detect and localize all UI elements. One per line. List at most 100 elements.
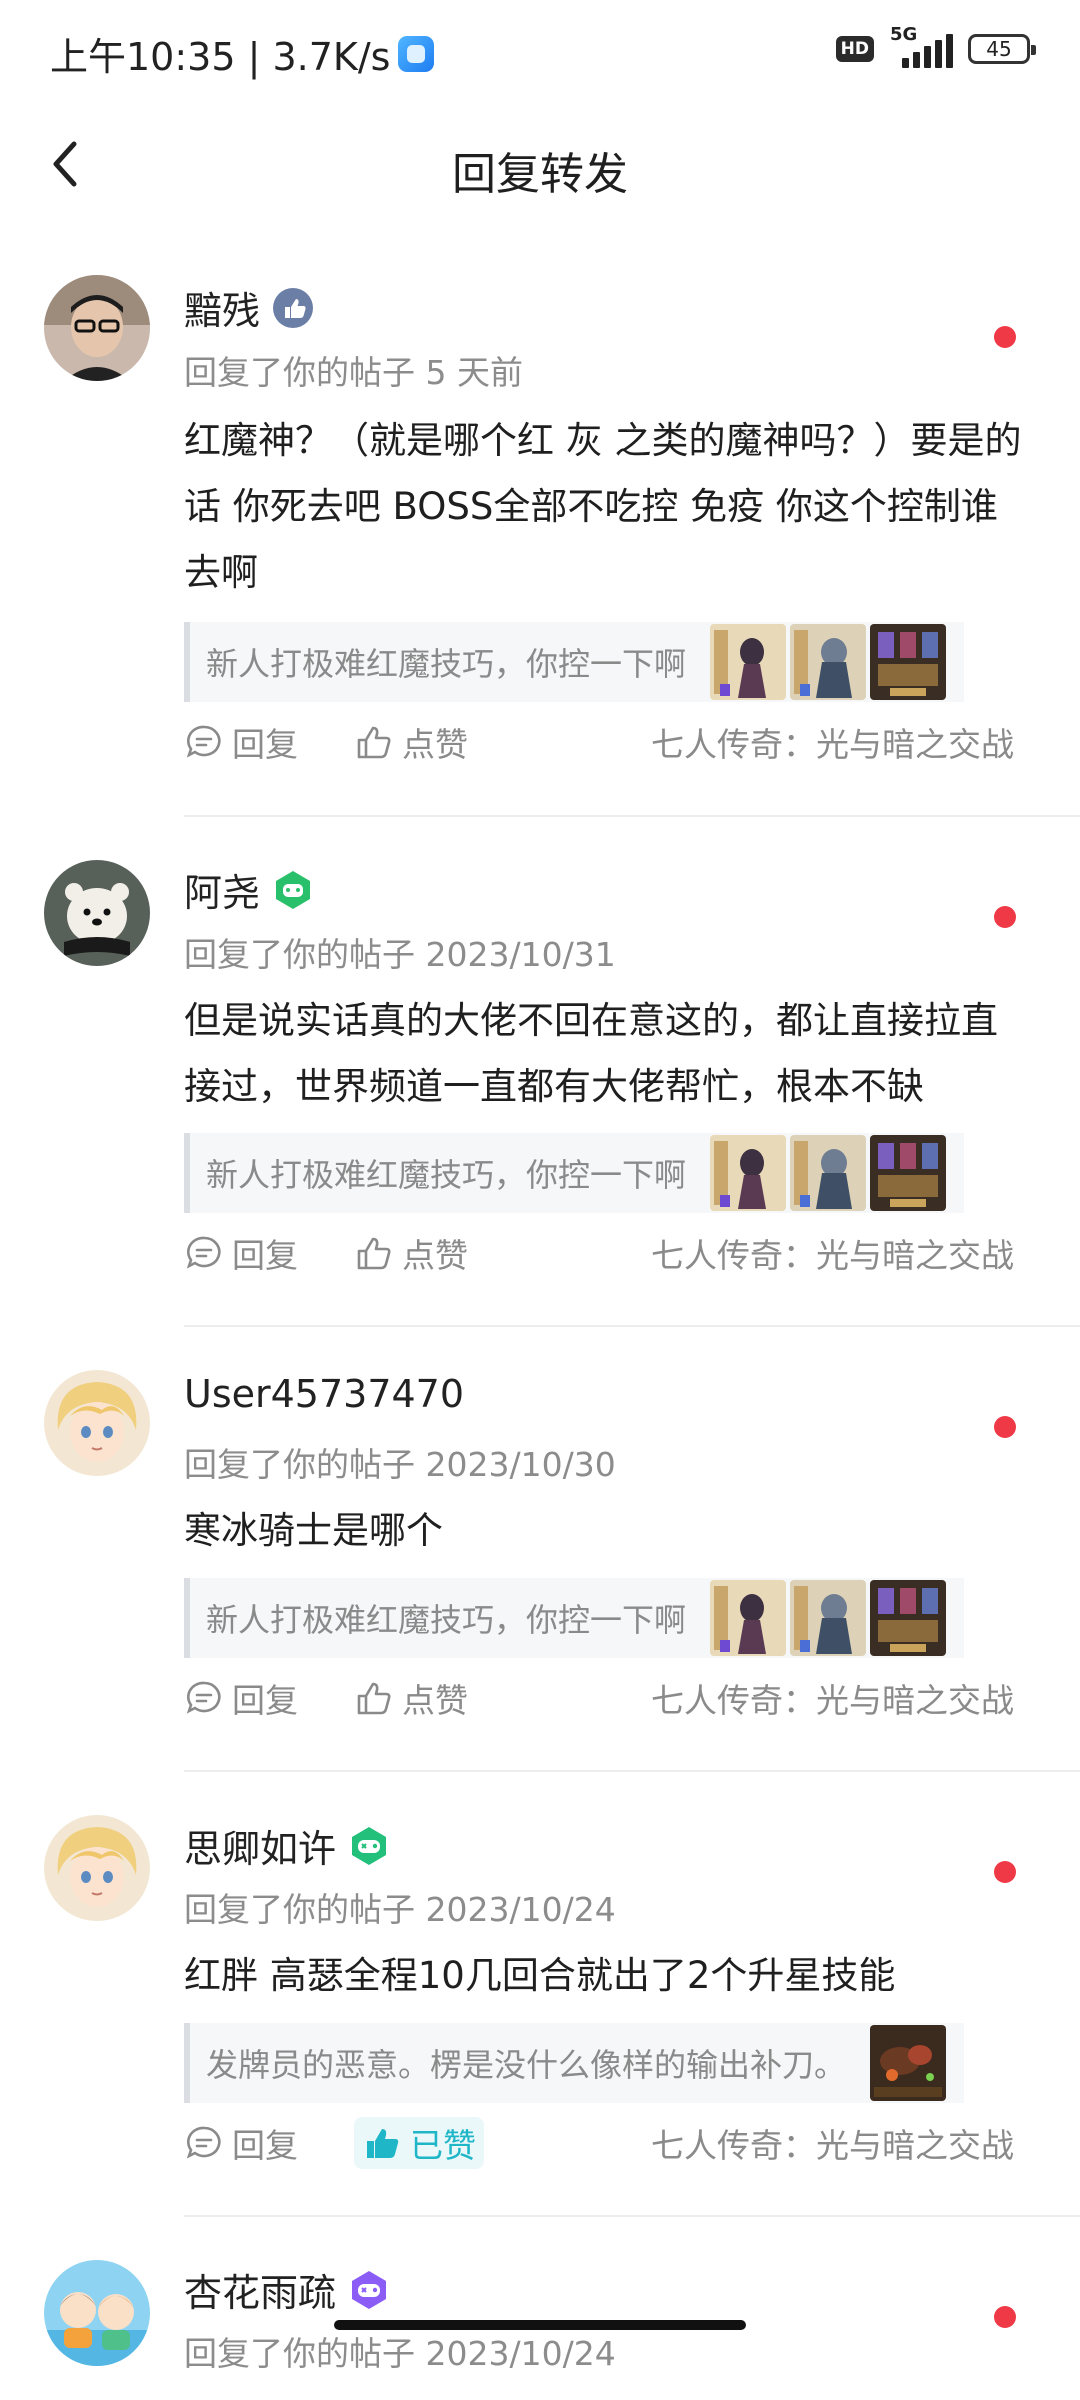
action-bar: 回复 点赞 七人传奇：光与暗之交战: [184, 1228, 1014, 1278]
green-gamepad-badge-icon: [272, 869, 314, 911]
avatar[interactable]: [44, 860, 150, 966]
like-label: 已赞: [410, 2126, 476, 2165]
action-bar: 回复 点赞 七人传奇：光与暗之交战: [184, 717, 1014, 767]
thumb-badge-icon: [272, 287, 314, 329]
comment-icon: [186, 1236, 221, 1269]
reply-meta: 回复了你的帖子 5 天前: [184, 353, 523, 392]
divider: [184, 815, 1080, 817]
battery-level: 45: [986, 37, 1012, 61]
comment-icon: [186, 2126, 221, 2159]
quoted-post-thumbnails: [710, 622, 946, 702]
reply-label: 回复: [232, 725, 298, 764]
reply-label: 回复: [232, 1681, 298, 1720]
page-title: 回复转发: [452, 149, 628, 200]
thumbnail-image: [870, 2025, 946, 2101]
like-label: 点赞: [402, 1681, 468, 1720]
game-name[interactable]: 七人传奇：光与暗之交战: [651, 2119, 1014, 2167]
reply-meta: 回复了你的帖子 2023/10/30: [184, 1445, 616, 1484]
quoted-post-title: 新人打极难红魔技巧，你控一下啊: [206, 645, 687, 683]
quoted-post[interactable]: 发牌员的恶意。楞是没什么像样的输出补刀。: [184, 2023, 964, 2103]
avatar[interactable]: [44, 1370, 150, 1476]
username-row: 杏花雨疏: [184, 2262, 390, 2317]
reply-label: 回复: [232, 2126, 298, 2165]
action-bar: 回复 点赞 七人传奇：光与暗之交战: [184, 1673, 1014, 1723]
status-bar: 上午10:35 | 3.7K/s HD 5G 45: [0, 0, 1080, 100]
username-row: 阿尧: [184, 862, 314, 917]
username[interactable]: 阿尧: [184, 862, 260, 917]
game-name[interactable]: 七人传奇：光与暗之交战: [651, 1229, 1014, 1277]
thumbnail-image: [710, 1580, 786, 1656]
reply-content[interactable]: 寒冰骑士是哪个: [184, 1498, 1024, 1564]
quoted-post[interactable]: 新人打极难红魔技巧，你控一下啊: [184, 1133, 964, 1213]
reply-meta: 回复了你的帖子 2023/10/31: [184, 935, 616, 974]
thumbnail-image: [790, 1580, 866, 1656]
unread-dot: [994, 326, 1016, 348]
purple-controller-badge-icon: [348, 2269, 390, 2311]
like-label: 点赞: [402, 725, 468, 764]
reply-button[interactable]: 回复: [184, 1674, 298, 1722]
like-button[interactable]: 点赞: [354, 1674, 468, 1722]
username[interactable]: User45737470: [184, 1372, 464, 1416]
quoted-post-title: 新人打极难红魔技巧，你控一下啊: [206, 1601, 687, 1639]
username[interactable]: 思卿如许: [184, 1818, 336, 1873]
username-row: 思卿如许: [184, 1818, 390, 1873]
thumbs-up-icon: [357, 1237, 391, 1270]
status-left: 上午10:35 | 3.7K/s: [50, 26, 435, 81]
hd-voice-icon: HD: [835, 36, 874, 62]
like-button[interactable]: 点赞: [354, 718, 468, 766]
like-label: 点赞: [402, 1236, 468, 1275]
avatar[interactable]: [44, 275, 150, 381]
username-row: 黯残: [184, 280, 314, 335]
comment-icon: [186, 725, 221, 758]
comment-icon: [186, 1681, 221, 1714]
avatar[interactable]: [44, 1815, 150, 1921]
reply-content[interactable]: 但是说实话真的大佬不回在意这的，都让直接拉直接过，世界频道一直都有大佬帮忙，根本…: [184, 988, 1024, 1120]
username[interactable]: 黯残: [184, 280, 260, 335]
like-button[interactable]: 点赞: [354, 1229, 468, 1277]
quoted-post-thumbnails: [870, 2023, 946, 2103]
reply-meta: 回复了你的帖子 2023/10/24: [184, 2334, 616, 2373]
unread-dot: [994, 1861, 1016, 1883]
thumbs-up-filled-icon: [367, 2129, 399, 2158]
quoted-post-title: 新人打极难红魔技巧，你控一下啊: [206, 1156, 687, 1194]
reply-label: 回复: [232, 1236, 298, 1275]
green-controller-badge-icon: [348, 1825, 390, 1867]
signal-icon: 5G: [888, 24, 954, 68]
divider: [184, 1325, 1080, 1327]
thumbs-up-icon: [357, 1682, 391, 1715]
app-notification-icon: [398, 35, 435, 72]
reply-button[interactable]: 回复: [184, 2119, 298, 2167]
unread-dot: [994, 1416, 1016, 1438]
reply-button[interactable]: 回复: [184, 1229, 298, 1277]
avatar[interactable]: [44, 2260, 150, 2366]
game-name[interactable]: 七人传奇：光与暗之交战: [651, 718, 1014, 766]
divider: [184, 2215, 1080, 2217]
username-row: User45737470: [184, 1372, 464, 1416]
thumbnail-image: [790, 1135, 866, 1211]
thumbnail-image: [870, 1135, 946, 1211]
home-indicator[interactable]: [334, 2320, 746, 2330]
quoted-post-thumbnails: [710, 1133, 946, 1213]
reply-button[interactable]: 回复: [184, 718, 298, 766]
header: 回复转发: [0, 110, 1080, 220]
thumbnail-image: [710, 624, 786, 700]
game-name[interactable]: 七人传奇：光与暗之交战: [651, 1674, 1014, 1722]
reply-meta: 回复了你的帖子 2023/10/24: [184, 1890, 616, 1929]
thumbnail-image: [870, 624, 946, 700]
battery-icon: 45: [968, 34, 1036, 64]
status-time-speed: 上午10:35 | 3.7K/s: [50, 35, 391, 79]
thumbnail-image: [710, 1135, 786, 1211]
thumbs-up-icon: [357, 726, 391, 759]
thumbnail-image: [870, 1580, 946, 1656]
quoted-post[interactable]: 新人打极难红魔技巧，你控一下啊: [184, 622, 964, 702]
reply-content[interactable]: 红魔神？（就是哪个红 灰 之类的魔神吗？）要是的话 你死去吧 BOSS全部不吃控…: [184, 408, 1024, 606]
reply-content[interactable]: 红胖 高瑟全程10几回合就出了2个升星技能: [184, 1943, 1024, 2009]
quoted-post-title: 发牌员的恶意。楞是没什么像样的输出补刀。: [206, 2046, 847, 2084]
divider: [184, 1770, 1080, 1772]
action-bar: 回复 已赞 七人传奇：光与暗之交战: [184, 2117, 1014, 2169]
username[interactable]: 杏花雨疏: [184, 2262, 336, 2317]
quoted-post-thumbnails: [710, 1578, 946, 1658]
liked-button[interactable]: 已赞: [354, 2117, 484, 2169]
status-right: HD 5G 45: [835, 24, 1036, 68]
quoted-post[interactable]: 新人打极难红魔技巧，你控一下啊: [184, 1578, 964, 1658]
